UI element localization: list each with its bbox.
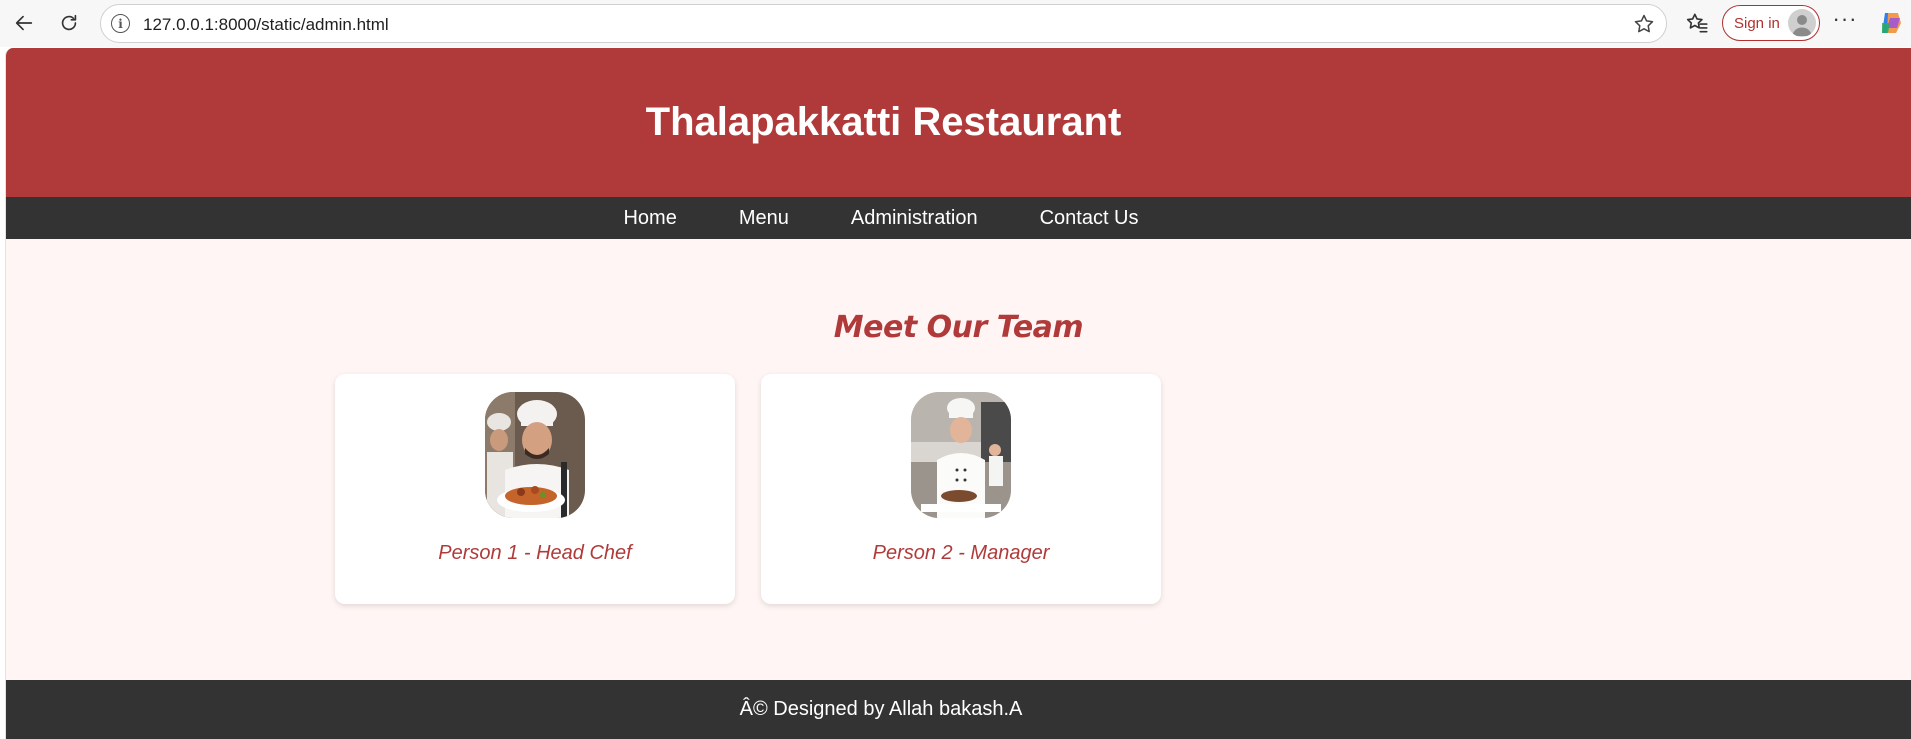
favorite-star-icon[interactable] bbox=[1632, 12, 1656, 36]
sign-in-label: Sign in bbox=[1734, 14, 1780, 32]
nav-link-contact-us[interactable]: Contact Us bbox=[1009, 207, 1170, 230]
team-caption-manager: Person 2 - Manager bbox=[872, 542, 1050, 564]
page-viewport: Thalapakkatti Restaurant Home Menu Admin… bbox=[5, 48, 1911, 739]
reload-button[interactable] bbox=[52, 6, 86, 40]
sign-in-button[interactable]: Sign in bbox=[1722, 5, 1820, 41]
address-bar[interactable]: i 127.0.0.1:8000/static/admin.html bbox=[100, 4, 1667, 43]
team-caption-head-chef: Person 1 - Head Chef bbox=[438, 542, 632, 564]
head-chef-photo bbox=[485, 392, 585, 518]
team-card-head-chef: Person 1 - Head Chef bbox=[335, 374, 735, 604]
more-options-icon[interactable]: ··· bbox=[1830, 8, 1860, 34]
team-heading: Meet Our Team bbox=[6, 310, 1756, 345]
favorites-icon[interactable] bbox=[1684, 10, 1710, 36]
page-title: Thalapakkatti Restaurant bbox=[645, 100, 1122, 144]
avatar bbox=[1788, 9, 1816, 37]
nav-link-menu[interactable]: Menu bbox=[708, 207, 820, 230]
browser-toolbar: i 127.0.0.1:8000/static/admin.html Sign … bbox=[0, 0, 1911, 47]
copilot-icon[interactable] bbox=[1878, 10, 1904, 36]
user-icon bbox=[1792, 15, 1812, 36]
arrow-left-icon bbox=[15, 15, 33, 31]
nav-link-home[interactable]: Home bbox=[592, 207, 707, 230]
site-footer: Â© Designed by Allah bakash.A bbox=[6, 680, 1911, 739]
team-heading-text: Meet Our Team bbox=[833, 310, 1084, 345]
main-nav: Home Menu Administration Contact Us bbox=[6, 197, 1911, 239]
url-text[interactable]: 127.0.0.1:8000/static/admin.html bbox=[143, 15, 389, 35]
back-button[interactable] bbox=[7, 6, 41, 40]
team-card-manager: Person 2 - Manager bbox=[761, 374, 1161, 604]
manager-photo bbox=[911, 392, 1011, 518]
chef-photo-image bbox=[485, 392, 585, 518]
nav-link-administration[interactable]: Administration bbox=[820, 207, 1009, 230]
manager-photo-image bbox=[911, 392, 1011, 518]
footer-credit: Â© Designed by Allah bakash.A bbox=[739, 698, 1023, 720]
site-info-icon[interactable]: i bbox=[111, 14, 130, 33]
site-header: Thalapakkatti Restaurant bbox=[6, 48, 1911, 197]
reload-icon bbox=[61, 14, 77, 31]
